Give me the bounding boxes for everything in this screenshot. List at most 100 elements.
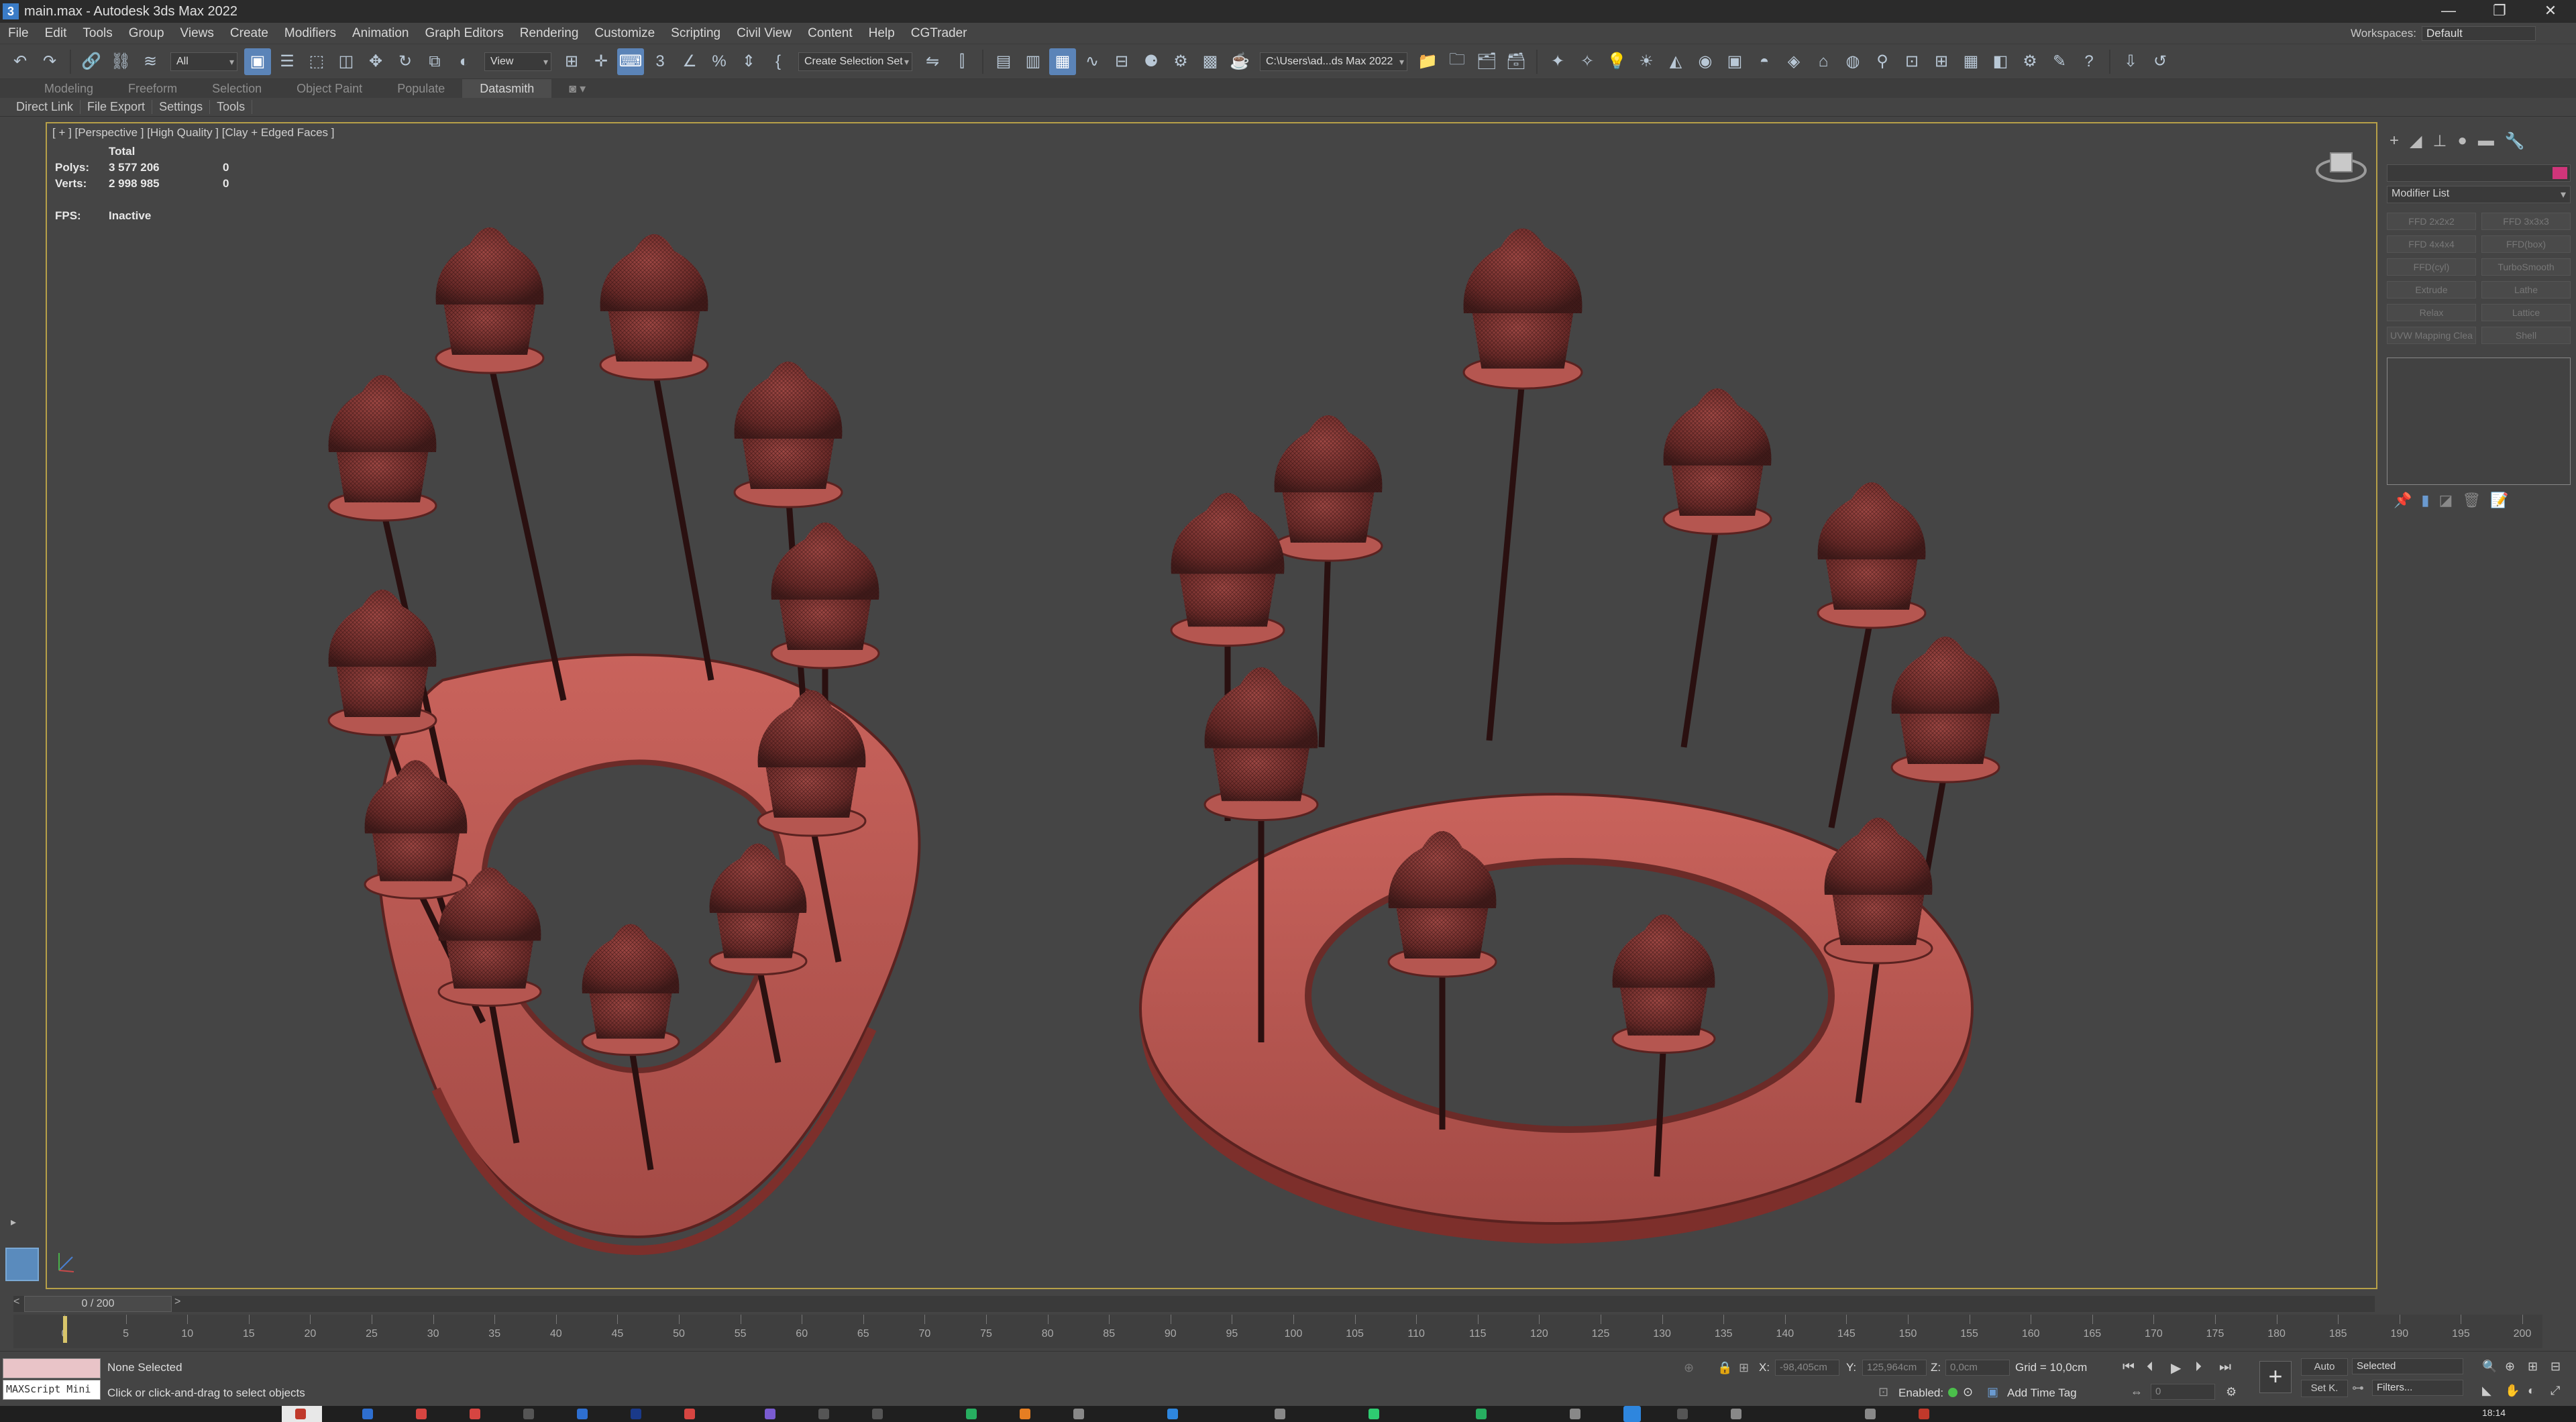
modifier-button[interactable]: Lattice	[2481, 304, 2571, 321]
menu-create[interactable]: Create	[222, 26, 276, 41]
taskbar-app-icon[interactable]	[818, 1409, 829, 1419]
refresh-icon[interactable]: ↺	[2147, 48, 2174, 75]
viewport-label-menu[interactable]: [ + ] [Perspective ] [High Quality ] [Cl…	[52, 126, 334, 140]
x-coordinate-field[interactable]: -98,405cm	[1775, 1360, 1839, 1376]
tab-modeling[interactable]: Modeling	[27, 79, 111, 98]
redo-icon[interactable]: ↷	[36, 48, 63, 75]
motion-tab-icon[interactable]: ●	[2457, 131, 2467, 151]
taskbar-app-icon[interactable]	[631, 1409, 641, 1419]
select-manipulate-icon[interactable]: ✛	[588, 48, 614, 75]
taskbar-app-icon[interactable]	[765, 1409, 775, 1419]
y-coordinate-field[interactable]: 125,964cm	[1862, 1360, 1927, 1376]
select-object-icon[interactable]: ▣	[244, 48, 271, 75]
modify-tab-icon[interactable]: ◢	[2410, 131, 2422, 151]
zoom-icon[interactable]: 🔍	[2482, 1360, 2497, 1374]
taskbar-app-icon[interactable]	[1368, 1409, 1379, 1419]
field-of-view-icon[interactable]: ◣	[2482, 1384, 2491, 1398]
modifier-stack[interactable]	[2387, 358, 2571, 485]
taskbar-app-icon[interactable]	[470, 1409, 480, 1419]
maxscript-mini-input[interactable]: MAXScript Mini	[3, 1380, 101, 1400]
adaptive-degradation-indicator[interactable]	[1948, 1388, 1957, 1397]
pan-view-icon[interactable]: ✋	[2505, 1384, 2520, 1398]
modifier-button[interactable]: Shell	[2481, 327, 2571, 344]
maxscript-listener-pane[interactable]	[3, 1358, 101, 1378]
zoom-all-icon[interactable]: ⊕	[2505, 1360, 2515, 1374]
viewport-layout-icon[interactable]: ⊞	[1928, 48, 1955, 75]
sun-icon[interactable]: ☀	[1633, 48, 1660, 75]
taskbar-app-icon[interactable]	[1919, 1409, 1929, 1419]
modifier-button[interactable]: FFD(cyl)	[2387, 258, 2476, 276]
taskbar-app-icon[interactable]	[1073, 1409, 1084, 1419]
current-frame-field[interactable]: 0	[2151, 1384, 2215, 1400]
align-icon[interactable]: ⫿	[949, 48, 975, 75]
make-unique-icon[interactable]: ◪	[2439, 492, 2453, 509]
time-slider[interactable]: < 0 / 200 >	[13, 1296, 2375, 1312]
angle-snap-icon[interactable]: ∠	[676, 48, 703, 75]
menu-scripting[interactable]: Scripting	[663, 26, 729, 41]
percent-snap-icon[interactable]: %	[706, 48, 733, 75]
selection-filter-select[interactable]: All	[170, 52, 237, 71]
taskbar-app-icon[interactable]	[966, 1409, 977, 1419]
open-folder-icon[interactable]: 📁	[1414, 48, 1441, 75]
schematic-view-icon[interactable]: ⊟	[1108, 48, 1135, 75]
modifier-button[interactable]: FFD(box)	[2481, 235, 2571, 253]
absolute-mode-icon[interactable]: ⊞	[1739, 1361, 1749, 1375]
place-icon[interactable]: ◐	[451, 48, 478, 75]
bulb-icon[interactable]: ⚲	[1869, 48, 1896, 75]
key-mode-toggle-icon[interactable]: ⇔	[2131, 1385, 2143, 1399]
modifier-button[interactable]: Relax	[2387, 304, 2476, 321]
taskbar-app-icon[interactable]	[523, 1409, 534, 1419]
ribbon-options-icon[interactable]: ◙ ▾	[551, 79, 603, 98]
create-tab-icon[interactable]: +	[2390, 131, 2399, 151]
time-tag-icon[interactable]: ⊡	[1878, 1385, 1888, 1399]
menu-help[interactable]: Help	[861, 26, 903, 41]
add-time-tag-icon[interactable]: ▣	[1987, 1385, 1998, 1399]
orbit-icon[interactable]: ◐	[2528, 1384, 2535, 1398]
menu-views[interactable]: Views	[172, 26, 222, 41]
named-selection-set-select[interactable]: Create Selection Set	[798, 52, 912, 71]
project-icon[interactable]: 🗂	[1473, 48, 1500, 75]
zoom-extents-all-icon[interactable]: ⊟	[2551, 1360, 2561, 1374]
material-editor-icon[interactable]: ⚈	[1138, 48, 1165, 75]
remove-modifier-icon[interactable]: 🗑	[2462, 492, 2481, 509]
menu-graph-editors[interactable]: Graph Editors	[417, 26, 512, 41]
time-cursor[interactable]	[63, 1316, 67, 1343]
select-by-name-icon[interactable]: ☰	[274, 48, 301, 75]
modifier-button[interactable]: Extrude	[2387, 281, 2476, 298]
viewport-layout-tab-icon[interactable]	[5, 1248, 39, 1281]
play-icon[interactable]: ▶	[2171, 1360, 2181, 1376]
undo-icon[interactable]: ↶	[7, 48, 34, 75]
asset-browser-icon[interactable]: ⌂	[1810, 48, 1837, 75]
key-filters-icon[interactable]: ⊶	[2352, 1381, 2364, 1395]
edit-named-selection-icon[interactable]: {	[765, 48, 792, 75]
auto-key-button[interactable]: Auto	[2301, 1358, 2348, 1376]
utilities-tab-icon[interactable]: 🔧	[2505, 131, 2525, 151]
tab-object-paint[interactable]: Object Paint	[279, 79, 380, 98]
render-elements-icon[interactable]: ⊡	[1898, 48, 1925, 75]
pivot-center-icon[interactable]: ⊞	[558, 48, 585, 75]
taskbar-app-icon[interactable]	[872, 1409, 883, 1419]
settings-button[interactable]: Settings	[152, 100, 211, 114]
material-library-icon[interactable]: ◍	[1839, 48, 1866, 75]
menu-civil-view[interactable]: Civil View	[729, 26, 800, 41]
lister-icon[interactable]: ◭	[1662, 48, 1689, 75]
lock-icon[interactable]: ◧	[1987, 48, 2014, 75]
render-production-icon[interactable]: ☕	[1226, 48, 1253, 75]
plugin-tool-2-icon[interactable]: ✧	[1574, 48, 1601, 75]
restore-button[interactable]: ❐	[2474, 0, 2525, 23]
goto-end-icon[interactable]: ⏭	[2219, 1360, 2231, 1375]
tab-freeform[interactable]: Freeform	[111, 79, 195, 98]
modifier-button[interactable]: Lathe	[2481, 281, 2571, 298]
settings-icon[interactable]: ⚙	[2017, 48, 2043, 75]
taskbar-app-icon[interactable]	[684, 1409, 695, 1419]
zoom-extents-icon[interactable]: ⊞	[2528, 1360, 2538, 1374]
menu-edit[interactable]: Edit	[37, 26, 75, 41]
project-folder-select[interactable]: C:\Users\ad...ds Max 2022	[1260, 52, 1407, 71]
tools-button[interactable]: Tools	[210, 100, 253, 114]
close-button[interactable]: ✕	[2525, 0, 2576, 23]
object-color-swatch[interactable]	[2553, 167, 2567, 179]
file-export-button[interactable]: File Export	[80, 100, 153, 114]
menu-modifiers[interactable]: Modifiers	[276, 26, 344, 41]
taskbar-app-icon[interactable]	[1020, 1409, 1030, 1419]
marketplace-icon[interactable]: ⇩	[2117, 48, 2144, 75]
